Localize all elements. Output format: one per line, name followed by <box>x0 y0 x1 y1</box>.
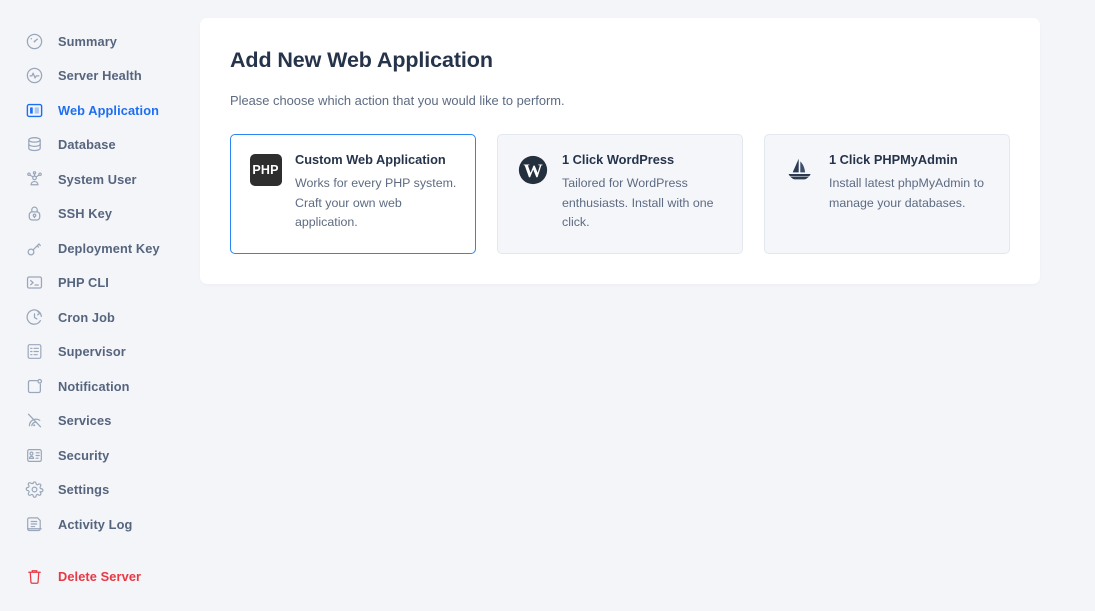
panel-layout-icon <box>24 100 44 120</box>
sidebar-item-settings[interactable]: Settings <box>0 473 200 508</box>
sidebar-item-label: Database <box>58 137 116 153</box>
sidebar-item-web-application[interactable]: Web Application <box>0 93 200 128</box>
action-card-body: 1 Click PHPMyAdmin Install latest phpMyAd… <box>829 152 991 253</box>
sidebar-item-label: Services <box>58 413 112 429</box>
sidebar-footer-list: Delete Server <box>0 560 200 595</box>
sidebar-item-database[interactable]: Database <box>0 128 200 163</box>
sidebar-item-security[interactable]: Security <box>0 438 200 473</box>
key-icon <box>24 238 44 258</box>
action-card-title: Custom Web Application <box>295 152 446 167</box>
page-subtitle: Please choose which action that you woul… <box>230 93 565 108</box>
php-icon: PHP <box>249 154 282 187</box>
action-card-body: Custom Web Application Works for every PH… <box>295 152 457 253</box>
sidebar-item-label: Deployment Key <box>58 240 160 256</box>
action-card-body: 1 Click WordPress Tailored for WordPress … <box>562 152 724 253</box>
document-log-icon <box>24 514 44 534</box>
clock-arrow-icon <box>24 307 44 327</box>
sidebar-item-label: PHP CLI <box>58 275 109 291</box>
gear-icon <box>24 480 44 500</box>
sidebar-item-label: Supervisor <box>58 344 126 360</box>
sidebar-item-deployment-key[interactable]: Deployment Key <box>0 231 200 266</box>
sidebar-item-cron-job[interactable]: Cron Job <box>0 300 200 335</box>
gauge-icon <box>24 31 44 51</box>
action-card-description: Tailored for WordPress enthusiasts. Inst… <box>562 176 714 229</box>
sidebar-item-summary[interactable]: Summary <box>0 24 200 59</box>
sidebar-item-supervisor[interactable]: Supervisor <box>0 335 200 370</box>
sidebar-item-activity-log[interactable]: Activity Log <box>0 507 200 542</box>
svg-text:W: W <box>523 161 543 182</box>
sidebar-item-system-user[interactable]: System User <box>0 162 200 197</box>
sidebar-item-notification[interactable]: Notification <box>0 369 200 404</box>
lock-icon <box>24 204 44 224</box>
sidebar-item-label: Activity Log <box>58 516 133 532</box>
action-card-1-click-phpmyadmin[interactable]: 1 Click PHPMyAdmin Install latest phpMyAd… <box>764 134 1010 254</box>
add-web-application-panel: Add New Web Application Please choose wh… <box>200 18 1040 284</box>
sidebar-item-label: Delete Server <box>58 569 142 585</box>
trash-icon <box>24 567 44 587</box>
bell-corner-icon <box>24 376 44 396</box>
sidebar-item-label: SSH Key <box>58 206 113 222</box>
sidebar-item-php-cli[interactable]: PHP CLI <box>0 266 200 301</box>
checklist-icon <box>24 342 44 362</box>
sidebar-item-delete-server[interactable]: Delete Server <box>0 560 200 595</box>
php-badge-label: PHP <box>249 154 282 186</box>
action-card-custom-web-application[interactable]: PHP Custom Web Application Works for every… <box>230 134 476 254</box>
action-card-title: 1 Click PHPMyAdmin <box>829 152 958 167</box>
sidebar-item-label: Settings <box>58 482 110 498</box>
sidebar-item-label: Notification <box>58 378 130 394</box>
action-card-1-click-wordpress[interactable]: W 1 Click WordPress Tailored for WordPress… <box>497 134 743 254</box>
sidebar-item-services[interactable]: Services <box>0 404 200 439</box>
sidebar-item-label: System User <box>58 171 137 187</box>
pulse-icon <box>24 66 44 86</box>
terminal-icon <box>24 273 44 293</box>
sidebar: Summary Server Health Web Application Datab… <box>0 0 200 611</box>
sidebar-divider-gap <box>0 542 200 560</box>
user-network-icon <box>24 169 44 189</box>
action-card-title: 1 Click WordPress <box>562 152 675 167</box>
action-card-description: Works for every PHP system. Craft your o… <box>295 176 457 229</box>
sidebar-item-label: Web Application <box>58 102 160 118</box>
sidebar-item-label: Summary <box>58 33 118 49</box>
sidebar-item-label: Server Health <box>58 68 142 84</box>
security-grid-icon <box>24 445 44 465</box>
app-root: Summary Server Health Web Application Datab… <box>0 0 1095 611</box>
action-card-list: PHP Custom Web Application Works for every… <box>230 134 1010 254</box>
wordpress-icon: W <box>516 154 549 187</box>
page-title: Add New Web Application <box>230 48 493 72</box>
action-card-description: Install latest phpMyAdmin to manage your… <box>829 176 984 210</box>
sidebar-nav-list: Summary Server Health Web Application Datab… <box>0 24 200 542</box>
services-icon <box>24 411 44 431</box>
database-icon <box>24 135 44 155</box>
sidebar-item-server-health[interactable]: Server Health <box>0 59 200 94</box>
phpmyadmin-sailboat-icon <box>783 154 816 187</box>
sidebar-item-label: Cron Job <box>58 309 115 325</box>
main-content: Add New Web Application Please choose wh… <box>200 0 1095 611</box>
sidebar-item-ssh-key[interactable]: SSH Key <box>0 197 200 232</box>
sidebar-item-label: Security <box>58 447 110 463</box>
